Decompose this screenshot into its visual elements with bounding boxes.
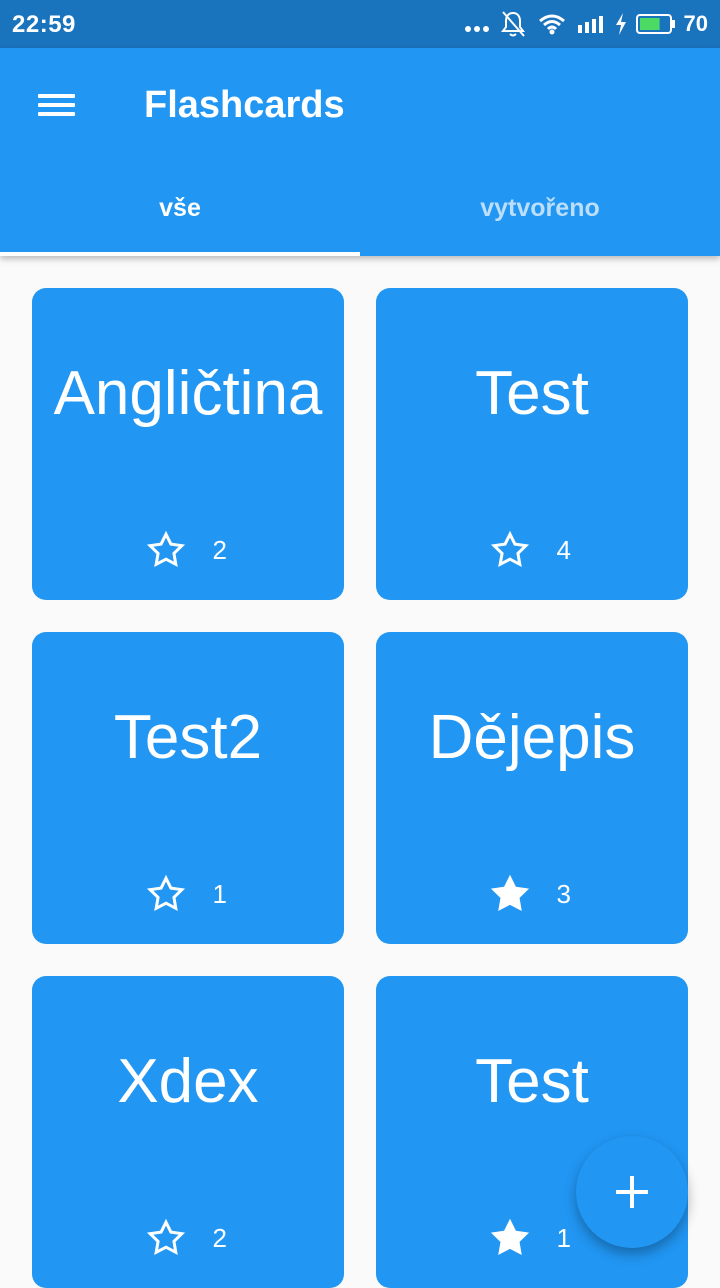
plus-icon-vertical [630,1176,634,1208]
status-icons: 70 [464,0,708,48]
deck-title: Dějepis [428,703,636,772]
deck-footer: 2 [32,530,344,570]
more-dots-icon [464,26,489,32]
app-title: Flashcards [144,84,345,126]
deck-card-count: 1 [556,1222,571,1253]
deck-title: Test2 [113,703,263,772]
deck-title: Test [475,359,589,428]
battery-level: 70 [683,11,708,36]
tab-label: vše [159,193,201,222]
tab-label: vytvořeno [480,193,600,222]
star-outline-icon[interactable] [146,1218,186,1258]
signal-icon [577,16,603,33]
flashcard-deck-card[interactable]: Test2 1 [32,632,344,944]
flashcard-deck-card[interactable]: Dějepis 3 [376,632,688,944]
deck-card-count: 3 [556,878,571,909]
add-deck-fab-button[interactable] [576,1136,688,1248]
plus-icon [616,1176,648,1208]
flashcard-deck-card[interactable]: Xdex 2 [32,976,344,1288]
battery-icon [635,14,675,34]
status-bar: 22:59 70 [0,0,720,48]
tab-indicator [0,252,360,256]
flashcard-deck-card[interactable]: Test 4 [376,288,688,600]
deck-title: Xdex [117,1047,259,1116]
tab-vytvoreno[interactable]: vytvořeno [360,160,720,256]
deck-card-count: 2 [212,1222,227,1253]
deck-card-count: 1 [212,878,227,909]
hamburger-menu-icon [38,94,75,98]
deck-card-count: 2 [212,534,227,565]
deck-title: Test [475,1047,589,1116]
app-bar: Flashcards vše vytvořeno [0,48,720,256]
deck-footer: 4 [376,530,688,570]
menu-button[interactable] [24,76,88,132]
deck-footer: 3 [376,874,688,914]
hamburger-menu-icon-line [38,103,75,107]
deck-title: Angličtina [53,359,323,428]
status-time: 22:59 [12,11,76,38]
star-filled-icon[interactable] [490,874,530,914]
star-filled-icon[interactable] [490,1218,530,1258]
deck-footer: 1 [32,874,344,914]
star-outline-icon[interactable] [146,530,186,570]
deck-card-count: 4 [556,534,571,565]
hamburger-menu-icon-line [38,112,75,116]
deck-footer: 2 [32,1218,344,1258]
flashcard-deck-card[interactable]: Angličtina 2 [32,288,344,600]
charging-icon [615,13,626,35]
tab-vse[interactable]: vše [0,160,360,256]
wifi-icon [538,14,565,35]
notifications-off-icon [500,11,525,37]
star-outline-icon[interactable] [146,874,186,914]
star-outline-icon[interactable] [490,530,530,570]
